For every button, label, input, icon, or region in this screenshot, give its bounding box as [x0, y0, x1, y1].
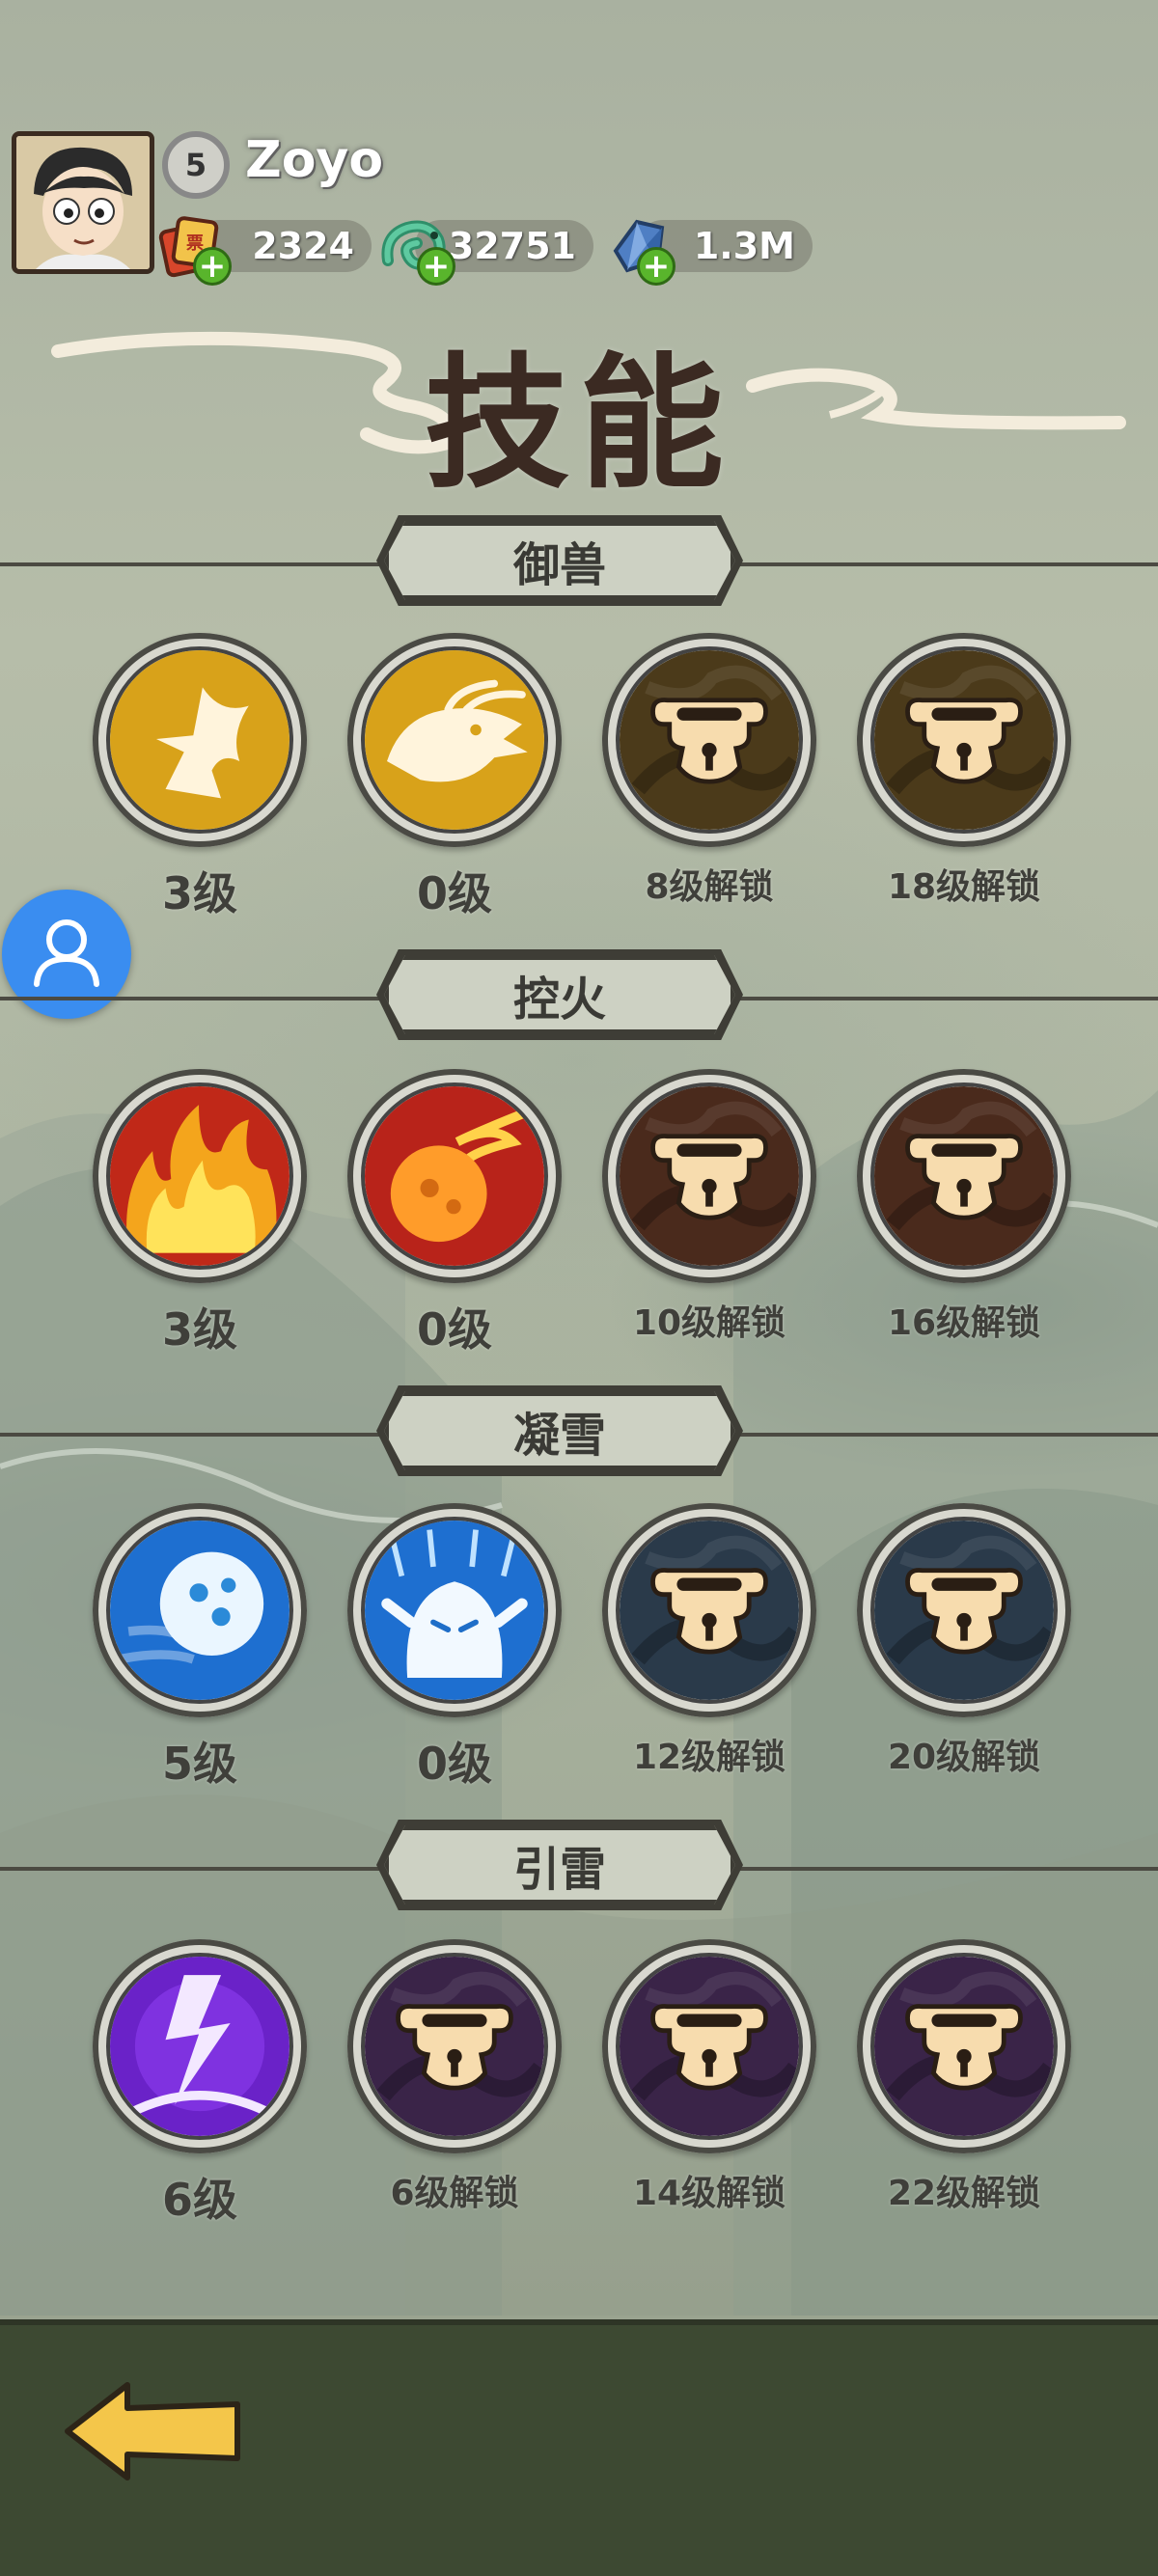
- locked-skill-slot[interactable]: 8级解锁: [602, 633, 816, 907]
- add-jade-button[interactable]: +: [417, 247, 455, 286]
- skill-level-label: 16级解锁: [887, 1303, 1041, 1343]
- skill-level-label: 0级: [416, 1738, 492, 1790]
- back-arrow-icon: [65, 2382, 240, 2480]
- skill-slot[interactable]: 3级: [93, 1069, 307, 1356]
- currency-crystal-value: 1.3M: [693, 225, 795, 267]
- skill-slot[interactable]: 0级: [347, 1069, 562, 1356]
- banner-line-left: [0, 562, 386, 566]
- skill-level-label: 6级解锁: [390, 2174, 519, 2213]
- section-title: 引雷: [384, 1825, 735, 1905]
- lock-icon: [620, 1086, 799, 1266]
- locked-skill-slot[interactable]: 22级解锁: [857, 1939, 1071, 2213]
- banner-line-left: [0, 1433, 386, 1437]
- lightning-icon: [110, 1957, 290, 2136]
- section-title-text: 凝雪: [512, 1409, 606, 1463]
- skill-icon-frame: [616, 646, 803, 834]
- skill-level-label: 10级解锁: [632, 1303, 786, 1343]
- banner-line-left: [0, 997, 386, 1000]
- skill-level-label: 0级: [416, 1303, 492, 1356]
- lock-icon: [874, 1521, 1054, 1700]
- skill-icon-frame: [106, 1953, 293, 2140]
- locked-skill-slot[interactable]: 12级解锁: [602, 1503, 816, 1777]
- player-name: Zoyo: [245, 131, 384, 189]
- title-area: 技能: [0, 289, 1158, 508]
- flames-icon: [110, 1086, 290, 1266]
- locked-skill-slot[interactable]: 10级解锁: [602, 1069, 816, 1343]
- skill-icon-frame: [106, 1082, 293, 1270]
- skill-level-label: 18级解锁: [887, 867, 1041, 907]
- section-banner: 凝雪: [0, 1385, 1158, 1478]
- skill-icon-frame: [616, 1517, 803, 1704]
- lock-icon: [620, 650, 799, 830]
- lock-icon: [620, 1957, 799, 2136]
- avatar-portrait-icon: [16, 136, 150, 269]
- locked-skill-slot[interactable]: 20级解锁: [857, 1503, 1071, 1777]
- section-title-text: 引雷: [512, 1843, 606, 1897]
- locked-skill-slot[interactable]: 6级解锁: [347, 1939, 562, 2213]
- lock-icon: [874, 1957, 1054, 2136]
- skill-level-label: 5级: [161, 1738, 237, 1790]
- skill-icon-frame: [361, 646, 548, 834]
- skill-icon-frame: [870, 1082, 1058, 1270]
- section-banner: 引雷: [0, 1820, 1158, 1912]
- back-arrow-button[interactable]: [60, 2375, 247, 2481]
- section-banner: 控火: [0, 949, 1158, 1042]
- dragon-head-icon: [365, 650, 544, 830]
- lock-icon: [874, 1086, 1054, 1266]
- skill-level-label: 14级解锁: [632, 2174, 786, 2213]
- snowball-icon: [110, 1521, 290, 1700]
- fireball-icon: [365, 1086, 544, 1266]
- section-title-text: 御兽: [512, 538, 606, 592]
- skill-icon-frame: [870, 1517, 1058, 1704]
- skill-level-label: 3级: [161, 1303, 237, 1356]
- page-title: 技能: [424, 339, 733, 508]
- skill-level-label: 6级: [161, 2174, 237, 2226]
- player-level-badge: 5: [162, 131, 230, 199]
- currency-jade-value: 32751: [448, 225, 576, 267]
- skill-slot[interactable]: 0级: [347, 633, 562, 919]
- add-crystal-button[interactable]: +: [637, 247, 676, 286]
- skill-level-label: 8级解锁: [645, 867, 774, 907]
- section-title: 御兽: [384, 521, 735, 600]
- skill-icon-frame: [616, 1953, 803, 2140]
- banner-line-left: [0, 1867, 386, 1871]
- eagle-icon: [110, 650, 290, 830]
- skill-slot[interactable]: 0级: [347, 1503, 562, 1790]
- locked-skill-slot[interactable]: 14级解锁: [602, 1939, 816, 2213]
- skill-icon-frame: [106, 646, 293, 834]
- skill-slot[interactable]: 3级: [93, 633, 307, 919]
- skill-icon-frame: [616, 1082, 803, 1270]
- banner-line-right: [733, 1867, 1158, 1871]
- skill-slot[interactable]: 6级: [93, 1939, 307, 2226]
- player-level-text: 5: [184, 147, 207, 183]
- player-avatar[interactable]: [12, 131, 154, 274]
- locked-skill-slot[interactable]: 18级解锁: [857, 633, 1071, 907]
- section-title: 控火: [384, 955, 735, 1034]
- banner-line-right: [733, 562, 1158, 566]
- lock-icon: [874, 650, 1054, 830]
- skill-icon-frame: [361, 1517, 548, 1704]
- skill-level-label: 0级: [416, 867, 492, 919]
- locked-skill-slot[interactable]: 16级解锁: [857, 1069, 1071, 1343]
- section-banner: 御兽: [0, 515, 1158, 608]
- skill-level-label: 12级解锁: [632, 1738, 786, 1777]
- currency-envelope-value: 2324: [252, 225, 354, 267]
- skill-slot[interactable]: 5级: [93, 1503, 307, 1790]
- banner-line-right: [733, 1433, 1158, 1437]
- section-title: 凝雪: [384, 1391, 735, 1470]
- skill-icon-frame: [106, 1517, 293, 1704]
- skill-level-label: 20级解锁: [887, 1738, 1041, 1777]
- skill-icon-frame: [870, 646, 1058, 834]
- section-title-text: 控火: [512, 973, 606, 1027]
- skill-icon-frame: [361, 1082, 548, 1270]
- add-envelope-button[interactable]: +: [193, 247, 232, 286]
- skill-icon-frame: [361, 1953, 548, 2140]
- banner-line-right: [733, 997, 1158, 1000]
- lock-icon: [620, 1521, 799, 1700]
- skill-level-label: 22级解锁: [887, 2174, 1041, 2213]
- snow-spirit-icon: [365, 1521, 544, 1700]
- skill-level-label: 3级: [161, 867, 237, 919]
- skill-icon-frame: [870, 1953, 1058, 2140]
- lock-icon: [365, 1957, 544, 2136]
